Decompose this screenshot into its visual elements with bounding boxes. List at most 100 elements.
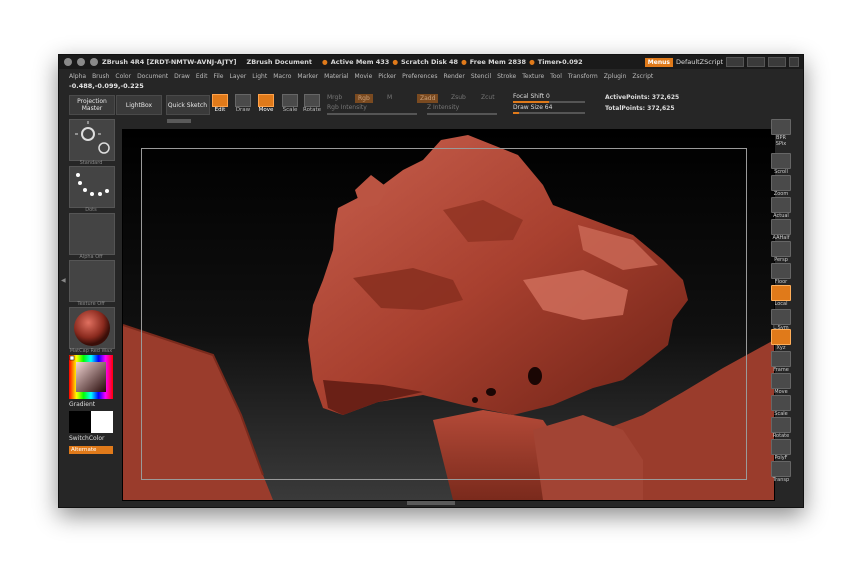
mrgb-toggle[interactable]: Mrgb bbox=[327, 94, 342, 101]
edit-icon bbox=[212, 94, 228, 107]
brush-thumbnail[interactable] bbox=[69, 119, 115, 161]
menu-layer[interactable]: Layer bbox=[230, 73, 247, 80]
coordinate-readout: -0.488,-0.099,-0.225 bbox=[69, 82, 144, 90]
menu-brush[interactable]: Brush bbox=[92, 73, 109, 80]
rgb-toggle[interactable]: Rgb bbox=[355, 94, 373, 103]
zbrush-window: ZBrush 4R4 [ZRDT-NMTW-AVNJ-AJTY] ZBrush … bbox=[58, 54, 804, 508]
shelf-zoom-button[interactable]: Zoom bbox=[771, 175, 791, 197]
material-label: MatCap Red Wax bbox=[69, 348, 113, 354]
shelf-persp-button[interactable]: Persp bbox=[771, 241, 791, 263]
switch-color-button[interactable]: SwitchColor bbox=[69, 435, 105, 442]
shelf-button-label: Local bbox=[774, 301, 788, 307]
z-intensity-slider[interactable]: Z Intensity bbox=[427, 104, 497, 115]
tool-rotate-button[interactable]: Rotate bbox=[303, 94, 321, 114]
menus-button[interactable]: Menus bbox=[644, 57, 673, 67]
menu-material[interactable]: Material bbox=[324, 73, 348, 80]
tool-label: Rotate bbox=[303, 107, 322, 113]
menu-marker[interactable]: Marker bbox=[297, 73, 318, 80]
color-picker[interactable] bbox=[69, 355, 113, 399]
hide-icon[interactable] bbox=[789, 57, 799, 67]
layout-icon-2[interactable] bbox=[747, 57, 765, 67]
material-thumbnail[interactable] bbox=[69, 307, 115, 349]
menu-alpha[interactable]: Alpha bbox=[69, 73, 86, 80]
menu-stroke[interactable]: Stroke bbox=[497, 73, 516, 80]
zadd-toggle[interactable]: Zadd bbox=[417, 94, 439, 103]
m-toggle[interactable]: M bbox=[387, 94, 392, 101]
projection-master-button[interactable]: Projection Master bbox=[69, 95, 115, 115]
persp-icon bbox=[771, 241, 791, 257]
shelf-transp-button[interactable]: Transp bbox=[771, 461, 791, 483]
main-color-swatch[interactable] bbox=[69, 411, 91, 433]
menu-macro[interactable]: Macro bbox=[273, 73, 291, 80]
draw-size-slider[interactable]: Draw Size 64 bbox=[513, 104, 585, 114]
left-tray-handle-icon[interactable]: ◀ bbox=[61, 277, 66, 284]
zsub-toggle[interactable]: Zsub bbox=[451, 94, 466, 101]
document-title: ZBrush Document bbox=[246, 58, 313, 66]
menu-transform[interactable]: Transform bbox=[568, 73, 598, 80]
shelf-polyf-button[interactable]: PolyF bbox=[771, 439, 791, 461]
bottom-tray-handle[interactable] bbox=[407, 501, 455, 505]
menu-zscript[interactable]: Zscript bbox=[632, 73, 653, 80]
document-frame bbox=[141, 148, 747, 480]
shelf-aahalf-button[interactable]: AAHalf bbox=[771, 219, 791, 241]
maximize-icon[interactable] bbox=[90, 58, 98, 66]
quick-sketch-label: Quick Sketch bbox=[167, 101, 207, 109]
ui-icon[interactable] bbox=[768, 57, 786, 67]
rgb-intensity-slider[interactable]: Rgb Intensity bbox=[327, 104, 417, 115]
zcut-toggle[interactable]: Zcut bbox=[481, 94, 495, 101]
menu-preferences[interactable]: Preferences bbox=[402, 73, 437, 80]
gradient-label[interactable]: Gradient bbox=[69, 401, 95, 408]
focal-shift-label: Focal Shift 0 bbox=[513, 93, 550, 100]
layout-icon[interactable] bbox=[726, 57, 744, 67]
menu-stencil[interactable]: Stencil bbox=[471, 73, 491, 80]
shelf-frame-button[interactable]: Frame bbox=[771, 351, 791, 373]
menu-zplugin[interactable]: Zplugin bbox=[604, 73, 627, 80]
document-canvas[interactable] bbox=[122, 129, 775, 501]
rotate-icon bbox=[304, 94, 320, 107]
shelf-floor-button[interactable]: Floor bbox=[771, 263, 791, 285]
scratch-disk: Scratch Disk 48 bbox=[400, 58, 459, 66]
tool-label: Edit bbox=[214, 107, 226, 113]
tool-draw-button[interactable]: Draw bbox=[234, 94, 252, 114]
menu-file[interactable]: File bbox=[213, 73, 223, 80]
shelf-spix-button[interactable]: SPix bbox=[771, 141, 791, 147]
menu-picker[interactable]: Picker bbox=[378, 73, 396, 80]
dots-stroke-icon bbox=[76, 173, 109, 196]
menu-edit[interactable]: Edit bbox=[196, 73, 208, 80]
shelf-local-button[interactable]: Local bbox=[771, 285, 791, 307]
menu-document[interactable]: Document bbox=[137, 73, 168, 80]
shelf-rotate-button[interactable]: Rotate bbox=[771, 417, 791, 439]
menu-texture[interactable]: Texture bbox=[522, 73, 544, 80]
shelf-actual-button[interactable]: Actual bbox=[771, 197, 791, 219]
menu-draw[interactable]: Draw bbox=[174, 73, 190, 80]
color-swatches[interactable] bbox=[69, 411, 113, 433]
matcap-sphere-icon bbox=[74, 310, 110, 346]
menu-color[interactable]: Color bbox=[115, 73, 131, 80]
lightbox-button[interactable]: LightBox bbox=[116, 95, 162, 115]
app-title: ZBrush 4R4 [ZRDT-NMTW-AVNJ-AJTY] bbox=[102, 58, 237, 66]
focal-shift-slider[interactable]: Focal Shift 0 bbox=[513, 93, 585, 103]
menu-render[interactable]: Render bbox=[443, 73, 464, 80]
shelf-scroll-button[interactable]: Scroll bbox=[771, 153, 791, 175]
menu-movie[interactable]: Movie bbox=[355, 73, 373, 80]
secondary-color-swatch[interactable] bbox=[91, 411, 113, 433]
shelf-lsym-button[interactable]: L.Sym bbox=[771, 309, 791, 331]
shelf-collapse-handle[interactable] bbox=[167, 119, 191, 123]
tool-scale-button[interactable]: Scale bbox=[281, 94, 299, 114]
menu-tool[interactable]: Tool bbox=[550, 73, 562, 80]
tool-edit-button[interactable]: Edit bbox=[211, 94, 229, 114]
shelf-xyz-button[interactable]: Xyz bbox=[771, 329, 791, 351]
quick-sketch-button[interactable]: Quick Sketch bbox=[166, 95, 210, 115]
texture-thumbnail[interactable] bbox=[69, 260, 115, 302]
stroke-thumbnail[interactable] bbox=[69, 166, 115, 208]
alpha-thumbnail[interactable] bbox=[69, 213, 115, 255]
minimize-icon[interactable] bbox=[77, 58, 85, 66]
shelf-bpr-button[interactable]: BPR bbox=[771, 119, 791, 141]
menu-light[interactable]: Light bbox=[252, 73, 267, 80]
script-label[interactable]: DefaultZScript bbox=[676, 58, 723, 66]
tool-move-button[interactable]: Move bbox=[257, 94, 275, 114]
alternate-button[interactable]: Alternate bbox=[69, 446, 113, 454]
shelf-scale-button[interactable]: Scale bbox=[771, 395, 791, 417]
close-icon[interactable] bbox=[64, 58, 72, 66]
shelf-move-button[interactable]: Move bbox=[771, 373, 791, 395]
